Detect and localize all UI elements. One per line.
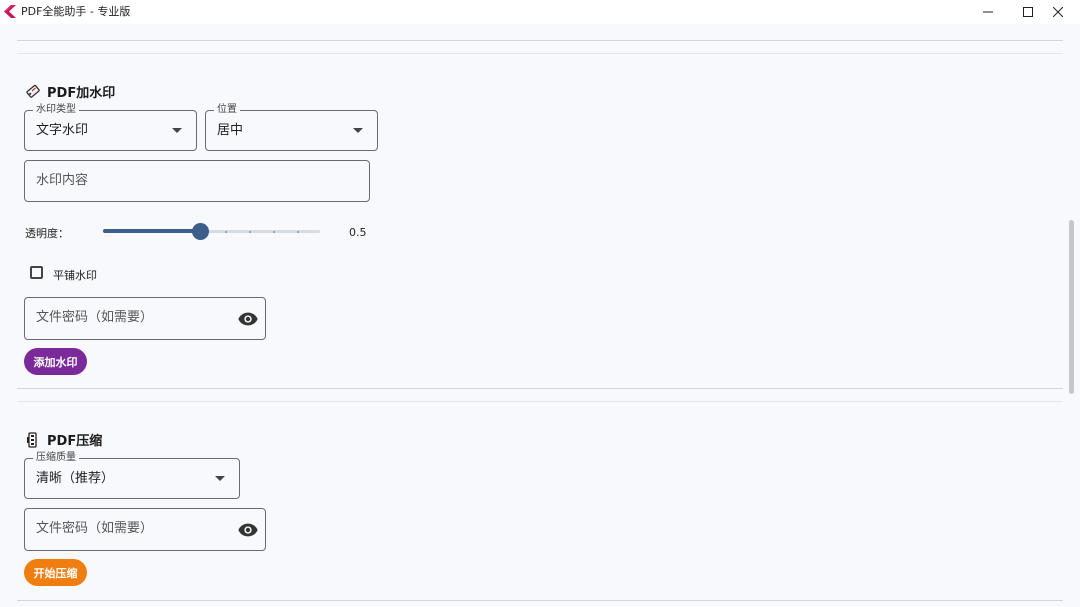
opacity-label: 透明度： [25,227,69,240]
opacity-value: 0.5 [349,226,367,239]
divider [17,401,1063,402]
minimize-button[interactable] [966,0,1010,24]
start-compress-button[interactable]: 开始压缩 [24,559,87,586]
watermark-content-input[interactable]: 水印内容 [24,160,370,202]
position-label: 位置 [214,104,240,116]
watermark-type-label: 水印类型 [33,104,79,116]
maximize-icon [1023,7,1033,17]
close-button[interactable] [1036,0,1080,24]
watermark-type-select[interactable]: 水印类型 文字水印 [24,104,197,151]
chevron-down-icon [215,476,225,481]
window-title: PDF全能助手 - 专业版 [21,5,131,18]
watermark-password-input[interactable]: 文件密码（如需要） [24,297,266,340]
divider [17,40,1063,41]
app-logo-icon [4,5,16,18]
slider-tick [225,231,227,233]
slider-tick [273,231,275,233]
password-placeholder: 文件密码（如需要） [36,310,154,325]
tile-watermark-checkbox[interactable] [30,266,43,279]
divider [17,388,1063,389]
tile-watermark-label: 平铺水印 [53,269,97,282]
slider-thumb[interactable] [192,223,209,240]
divider [17,53,1063,54]
compress-quality-label: 压缩质量 [33,452,79,464]
compress-password-input[interactable]: 文件密码（如需要） [24,508,266,551]
compress-section-title: PDF压缩 [25,430,102,449]
compress-title-text: PDF压缩 [47,434,103,449]
vertical-scrollbar[interactable] [1069,220,1074,394]
watermark-title-text: PDF加水印 [47,86,116,101]
tag-icon [26,84,40,98]
clamp-icon [27,431,37,448]
compress-quality-select[interactable]: 压缩质量 清晰（推荐） [24,452,240,499]
slider-tick [297,231,299,233]
opacity-slider[interactable] [103,223,320,240]
slider-tick [249,231,251,233]
password-placeholder: 文件密码（如需要） [36,521,154,536]
position-select[interactable]: 位置 居中 [205,104,378,151]
eye-icon[interactable] [237,308,259,330]
slider-fill [103,229,200,233]
watermark-content-placeholder: 水印内容 [36,173,89,188]
close-icon [1053,7,1063,17]
minimize-icon [983,11,993,13]
chevron-down-icon [353,128,363,133]
compress-quality-value: 清晰（推荐） [36,471,115,486]
position-value: 居中 [217,123,244,138]
title-bar: PDF全能助手 - 专业版 [0,0,1080,24]
chevron-down-icon [172,128,182,133]
eye-icon[interactable] [237,519,259,541]
add-watermark-button[interactable]: 添加水印 [24,348,87,375]
divider [17,600,1063,601]
watermark-section-title: PDF加水印 [25,82,115,101]
watermark-type-value: 文字水印 [36,123,89,138]
